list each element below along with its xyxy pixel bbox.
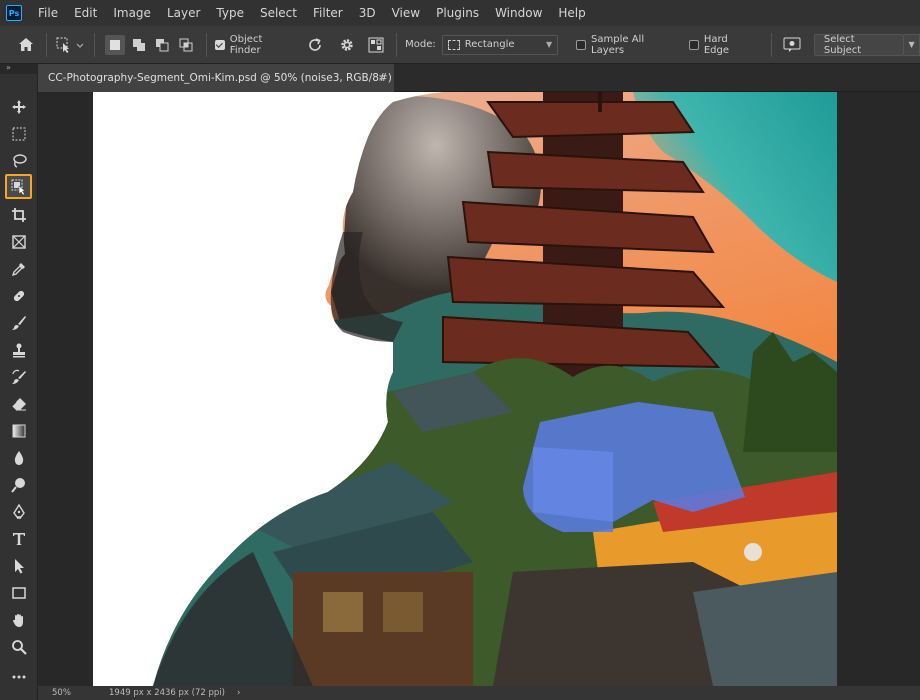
close-icon[interactable]: × bbox=[378, 73, 386, 84]
zoom-tool-icon[interactable] bbox=[5, 634, 32, 659]
sample-all-layers-checkbox[interactable]: Sample All Layers bbox=[576, 34, 679, 56]
menu-view[interactable]: View bbox=[384, 0, 428, 26]
tool-preset-picker-icon[interactable] bbox=[55, 33, 87, 57]
move-tool-icon[interactable] bbox=[5, 94, 32, 119]
divider bbox=[771, 32, 773, 57]
pen-tool-icon[interactable] bbox=[5, 499, 32, 524]
menu-filter[interactable]: Filter bbox=[305, 0, 351, 26]
lasso-tool-icon[interactable] bbox=[5, 148, 32, 173]
status-bar: 50% 1949 px x 2436 px (72 ppi) › bbox=[38, 686, 920, 700]
menu-bar: Ps File Edit Image Layer Type Select Fil… bbox=[0, 0, 920, 26]
object-finder-overlay-icon[interactable] bbox=[364, 33, 388, 57]
add-to-selection-icon[interactable] bbox=[129, 35, 149, 55]
gear-icon[interactable] bbox=[335, 33, 359, 57]
subtract-from-selection-icon[interactable] bbox=[153, 35, 173, 55]
object-finder-check-icon[interactable] bbox=[214, 39, 225, 50]
document-info: 1949 px x 2436 px (72 ppi) bbox=[109, 688, 225, 698]
document-canvas[interactable] bbox=[93, 92, 837, 686]
eraser-tool-icon[interactable] bbox=[5, 391, 32, 416]
menu-3d[interactable]: 3D bbox=[351, 0, 384, 26]
divider bbox=[94, 32, 96, 57]
divider bbox=[205, 32, 207, 57]
rectangle-mode-icon bbox=[447, 39, 460, 50]
chevron-down-icon: ▼ bbox=[546, 40, 553, 49]
frame-tool-icon[interactable] bbox=[5, 229, 32, 254]
marquee-tool-icon[interactable] bbox=[5, 121, 32, 146]
menu-select[interactable]: Select bbox=[252, 0, 305, 26]
dodge-tool-icon[interactable] bbox=[5, 472, 32, 497]
healing-brush-tool-icon[interactable] bbox=[5, 283, 32, 308]
menu-layer[interactable]: Layer bbox=[159, 0, 208, 26]
divider bbox=[396, 32, 398, 57]
mode-label: Mode: bbox=[405, 39, 436, 50]
more-tools-icon[interactable] bbox=[5, 664, 32, 689]
menu-file[interactable]: File bbox=[30, 0, 66, 26]
menu-image[interactable]: Image bbox=[105, 0, 159, 26]
select-subject-button[interactable]: Select Subject bbox=[813, 33, 905, 56]
photoshop-logo-icon: Ps bbox=[6, 5, 22, 21]
options-bar: Object Finder Mode: Rectangle ▼ Sample A… bbox=[0, 26, 920, 64]
object-finder-checkbox[interactable]: Object Finder bbox=[214, 33, 295, 56]
menu-edit[interactable]: Edit bbox=[66, 0, 105, 26]
chevron-right-icon[interactable]: › bbox=[237, 688, 240, 698]
hard-edge-checkbox[interactable]: Hard Edge bbox=[688, 33, 755, 56]
clone-stamp-tool-icon[interactable] bbox=[5, 337, 32, 362]
history-brush-tool-icon[interactable] bbox=[5, 364, 32, 389]
menu-window[interactable]: Window bbox=[487, 0, 550, 26]
object-selection-tool-icon[interactable] bbox=[5, 174, 32, 199]
object-finder-label: Object Finder bbox=[229, 33, 263, 56]
refresh-icon[interactable] bbox=[303, 33, 327, 57]
intersect-selection-icon[interactable] bbox=[176, 35, 196, 55]
sample-all-layers-label: Sample All Layers bbox=[591, 33, 645, 56]
eyedropper-tool-icon[interactable] bbox=[5, 256, 32, 281]
document-tab-bar: CC-Photography-Segment_Omi-Kim.psd @ 50%… bbox=[38, 64, 920, 92]
brush-tool-icon[interactable] bbox=[5, 310, 32, 335]
new-selection-icon[interactable] bbox=[105, 34, 125, 55]
document-tab[interactable]: CC-Photography-Segment_Omi-Kim.psd @ 50%… bbox=[38, 64, 394, 92]
rectangle-tool-icon[interactable] bbox=[5, 580, 32, 605]
hard-edge-label: Hard Edge bbox=[703, 33, 729, 56]
menu-help[interactable]: Help bbox=[550, 0, 593, 26]
blur-tool-icon[interactable] bbox=[5, 445, 32, 470]
select-and-mask-icon[interactable] bbox=[780, 33, 804, 57]
double-exposure-artwork bbox=[153, 92, 837, 686]
hand-tool-icon[interactable] bbox=[5, 607, 32, 632]
select-subject-label: Select Subject bbox=[823, 33, 862, 56]
zoom-level[interactable]: 50% bbox=[38, 688, 83, 698]
gradient-tool-icon[interactable] bbox=[5, 418, 32, 443]
path-selection-tool-icon[interactable] bbox=[5, 553, 32, 578]
divider bbox=[45, 32, 47, 57]
menu-plugins[interactable]: Plugins bbox=[428, 0, 487, 26]
tools-panel bbox=[0, 74, 38, 700]
crop-tool-icon[interactable] bbox=[5, 202, 32, 227]
mode-value: Rectangle bbox=[464, 39, 515, 50]
select-subject-dropdown-icon[interactable]: ▼ bbox=[904, 33, 920, 56]
sample-all-layers-check-icon[interactable] bbox=[576, 39, 587, 50]
home-icon[interactable] bbox=[14, 33, 38, 57]
type-tool-icon[interactable] bbox=[5, 526, 32, 551]
hard-edge-check-icon[interactable] bbox=[688, 39, 699, 50]
mode-dropdown[interactable]: Rectangle ▼ bbox=[441, 34, 559, 55]
photoshop-window: Ps File Edit Image Layer Type Select Fil… bbox=[0, 0, 920, 700]
canvas-area[interactable] bbox=[38, 92, 920, 686]
menu-type[interactable]: Type bbox=[208, 0, 252, 26]
toolbar-collapse-icon[interactable]: » bbox=[0, 64, 38, 74]
document-tab-title: CC-Photography-Segment_Omi-Kim.psd @ 50%… bbox=[48, 72, 392, 84]
